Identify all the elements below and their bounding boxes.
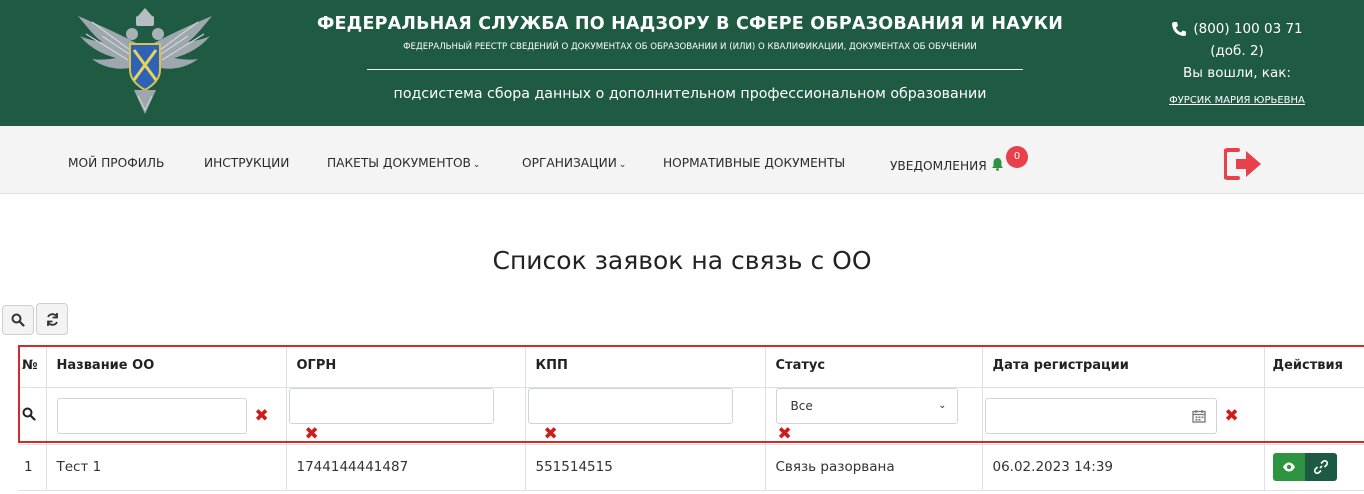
row-kpp: 551514515 [525, 444, 766, 491]
rosobrnadzor-emblem-icon [78, 8, 212, 114]
clear-ogrn-filter-icon[interactable]: ✖ [305, 424, 319, 444]
row-ogrn: 1744144441487 [286, 444, 526, 491]
filter-kpp-cell: ✖ [525, 387, 766, 445]
subsystem-title: подсистема сбора данных о дополнительном… [393, 86, 987, 102]
eye-icon [1282, 462, 1295, 472]
bell-icon [991, 157, 1004, 174]
clear-kpp-filter-icon[interactable]: ✖ [544, 424, 558, 444]
refresh-button[interactable] [36, 303, 68, 335]
column-header-ogrn[interactable]: ОГРН [286, 345, 526, 388]
nav-label: МОЙ ПРОФИЛЬ [68, 156, 165, 170]
filter-ogrn-cell: ✖ [286, 387, 526, 445]
nav-label: ИНСТРУКЦИИ [204, 156, 290, 170]
column-header-actions: Действия [1264, 345, 1364, 388]
filter-status-cell: Все ⌄ ✖ [765, 387, 983, 445]
nav-label: НОРМАТИВНЫЕ ДОКУМЕНТЫ [663, 156, 846, 170]
chevron-down-icon: ⌄ [618, 160, 627, 170]
page-title: Список заявок на связь с ОО [492, 246, 872, 275]
nav-label: ПАКЕТЫ ДОКУМЕНТОВ [327, 156, 471, 170]
clear-date-filter-icon[interactable]: ✖ [1225, 406, 1239, 426]
row-num: 1 [18, 444, 47, 491]
nav-label: ОРГАНИЗАЦИИ [522, 156, 617, 170]
row-action-buttons [1272, 453, 1337, 481]
requests-table: № Название ОО ОГРН КПП Статус Дата регис… [18, 345, 1364, 491]
agency-title: ФЕДЕРАЛЬНАЯ СЛУЖБА ПО НАДЗОРУ В СФЕРЕ ОБ… [316, 14, 1064, 34]
calendar-icon[interactable] [1191, 409, 1206, 423]
filter-row: ✖ ✖ ✖ Все ⌄ ✖ ✖ [18, 387, 1364, 445]
filter-name-input[interactable] [56, 397, 247, 434]
nav-instructions[interactable]: ИНСТРУКЦИИ [204, 156, 289, 170]
notifications-badge: 0 [1006, 146, 1028, 168]
row-actions [1264, 444, 1364, 491]
column-header-num[interactable]: № [18, 345, 47, 388]
header-divider [367, 69, 1023, 70]
nav-label: УВЕДОМЛЕНИЯ [890, 159, 987, 173]
column-header-status[interactable]: Статус [765, 345, 983, 388]
chevron-down-icon: ⌄ [938, 400, 947, 411]
search-icon [11, 313, 25, 327]
current-user-link[interactable]: ФУРСИК МАРИЯ ЮРЬЕВНА [1130, 90, 1344, 112]
chevron-down-icon: ⌄ [472, 160, 481, 170]
nav-organizations[interactable]: ОРГАНИЗАЦИИ ⌄ [522, 156, 626, 170]
contact-block: (800) 100 03 71 (доб. 2) Вы вошли, как: … [1130, 18, 1344, 112]
clear-status-filter-icon[interactable]: ✖ [778, 424, 792, 444]
column-header-date[interactable]: Дата регистрации [982, 345, 1265, 388]
filter-search-cell [18, 387, 47, 445]
status-select-value: Все [790, 398, 813, 413]
nav-document-packages[interactable]: ПАКЕТЫ ДОКУМЕНТОВ ⌄ [327, 156, 480, 170]
row-status: Связь разорвана [765, 444, 983, 491]
nav-my-profile[interactable]: МОЙ ПРОФИЛЬ [68, 156, 164, 170]
phone-number: (800) 100 03 71 [1193, 21, 1303, 37]
link-button[interactable] [1304, 453, 1337, 481]
nav-notifications[interactable]: УВЕДОМЛЕНИЯ [890, 156, 1004, 173]
filter-actions-cell [1264, 387, 1364, 445]
search-icon [22, 407, 36, 421]
table-row: 1 Тест 1 1744144441487 551514515 Связь р… [18, 444, 1364, 491]
nav-regulatory-documents[interactable]: НОРМАТИВНЫЕ ДОКУМЕНТЫ [663, 156, 845, 170]
clear-name-filter-icon[interactable]: ✖ [255, 406, 269, 426]
phone-icon [1172, 22, 1187, 36]
filter-ogrn-input[interactable] [288, 387, 494, 424]
search-button[interactable] [2, 305, 34, 335]
status-select[interactable]: Все ⌄ [775, 387, 958, 424]
registry-subtitle: ФЕДЕРАЛЬНЫЙ РЕЕСТР СВЕДЕНИЙ О ДОКУМЕНТАХ… [403, 42, 977, 52]
main-nav: МОЙ ПРОФИЛЬ ИНСТРУКЦИИ ПАКЕТЫ ДОКУМЕНТОВ… [0, 126, 1364, 194]
link-icon [1313, 460, 1328, 474]
filter-date-input[interactable] [984, 397, 1217, 434]
column-header-name[interactable]: Название ОО [46, 345, 287, 388]
filter-kpp-input[interactable] [527, 387, 733, 424]
filter-name-cell: ✖ [46, 387, 287, 445]
phone-row: (800) 100 03 71 [1130, 18, 1344, 40]
row-name: Тест 1 [46, 444, 287, 491]
column-header-kpp[interactable]: КПП [525, 345, 766, 388]
view-button[interactable] [1272, 453, 1305, 481]
filter-date-cell: ✖ [982, 387, 1265, 445]
refresh-icon [46, 312, 58, 326]
phone-extension: (доб. 2) [1210, 43, 1264, 59]
logout-icon[interactable] [1224, 147, 1262, 181]
site-header: ФЕДЕРАЛЬНАЯ СЛУЖБА ПО НАДЗОРУ В СФЕРЕ ОБ… [0, 0, 1364, 126]
logged-in-label: Вы вошли, как: [1183, 65, 1291, 81]
table-header-row: № Название ОО ОГРН КПП Статус Дата регис… [18, 345, 1364, 388]
row-date: 06.02.2023 14:39 [982, 444, 1265, 491]
